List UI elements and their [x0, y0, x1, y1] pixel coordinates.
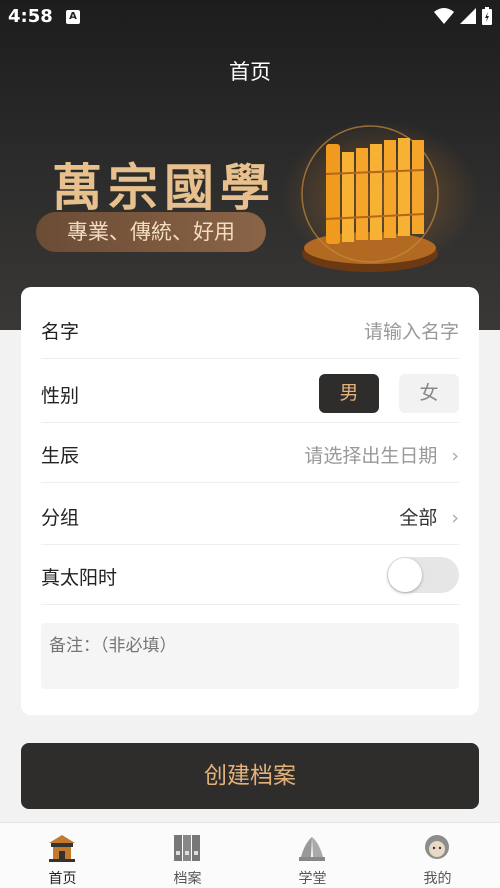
battery-icon	[482, 7, 492, 25]
tab-archive[interactable]: 档案	[125, 823, 250, 888]
gender-male-button[interactable]: 男	[319, 374, 379, 413]
solar-time-row: 真太阳时	[41, 545, 459, 605]
profile-form-card: 名字 请输入名字 性别 男 女 生辰 请选择出生日期 › 分组 全部 › 真太阳时	[21, 287, 479, 715]
solar-time-toggle[interactable]	[387, 557, 459, 593]
chevron-right-icon: ›	[451, 445, 459, 467]
temple-icon	[49, 835, 75, 862]
name-label: 名字	[41, 321, 80, 343]
profile-icon	[425, 835, 449, 859]
name-input[interactable]: 请输入名字	[364, 317, 459, 344]
name-row[interactable]: 名字 请输入名字	[41, 299, 459, 359]
tab-profile-label: 我的	[423, 871, 452, 887]
create-profile-button[interactable]: 创建档案	[21, 743, 479, 809]
notification-icon: A	[66, 10, 80, 24]
tab-archive-label: 档案	[173, 871, 202, 887]
toggle-knob	[388, 558, 422, 592]
tab-home[interactable]: 首页	[0, 823, 125, 888]
group-value: 全部	[399, 507, 438, 529]
birth-placeholder: 请选择出生日期	[304, 445, 438, 467]
gender-label: 性别	[41, 385, 80, 407]
wifi-icon	[434, 8, 454, 24]
tab-school-label: 学堂	[298, 871, 327, 887]
status-time: 4:58	[8, 6, 53, 27]
brand-logo-text: 萬宗國學	[52, 158, 276, 217]
tab-home-label: 首页	[48, 871, 77, 887]
tab-profile[interactable]: 我的	[375, 823, 500, 888]
chevron-right-icon: ›	[451, 507, 459, 529]
status-bar: 4:58 A	[0, 0, 500, 34]
bottom-tab-bar: 首页 档案 学堂 我的	[0, 822, 500, 888]
birth-row[interactable]: 生辰 请选择出生日期 ›	[41, 423, 459, 483]
group-label: 分组	[41, 507, 80, 529]
signal-icon	[460, 8, 476, 24]
tab-school[interactable]: 学堂	[250, 823, 375, 888]
gender-row: 性别	[41, 363, 459, 423]
birth-label: 生辰	[41, 445, 80, 467]
note-textarea[interactable]	[41, 623, 459, 689]
archive-icon	[174, 835, 200, 861]
school-icon	[299, 837, 325, 861]
group-picker[interactable]: 全部 ›	[399, 503, 459, 530]
gender-female-button[interactable]: 女	[399, 374, 459, 413]
solar-time-label: 真太阳时	[41, 567, 118, 589]
bamboo-scroll-icon	[301, 125, 439, 272]
page-title: 首页	[229, 60, 271, 84]
group-row[interactable]: 分组 全部 ›	[41, 485, 459, 545]
birth-picker[interactable]: 请选择出生日期 ›	[304, 441, 459, 468]
brand-slogan: 專業、傳統、好用	[36, 212, 266, 252]
